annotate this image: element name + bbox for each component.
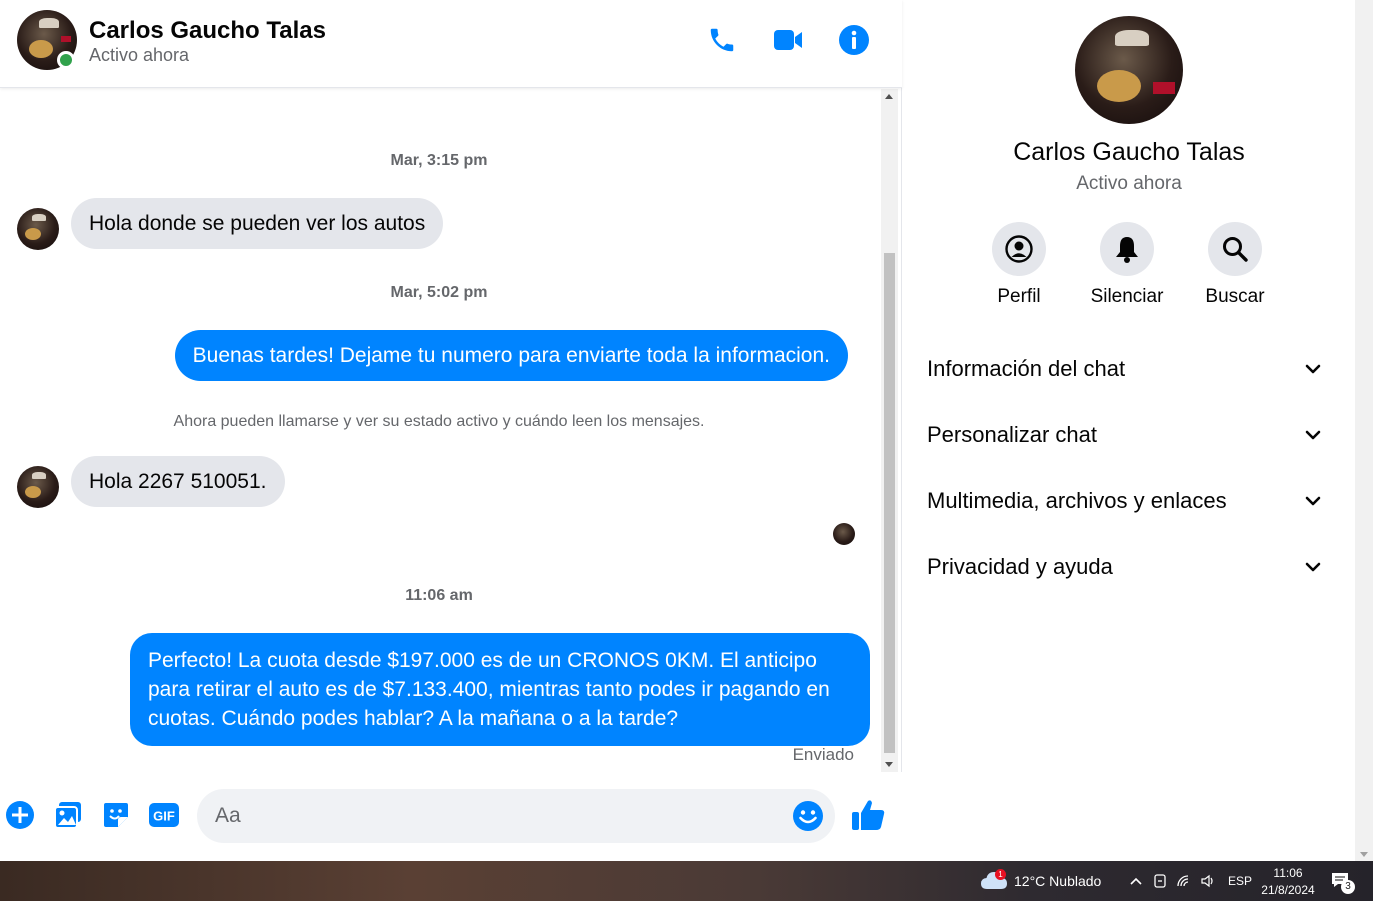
chevron-down-icon	[1305, 430, 1321, 440]
incoming-message[interactable]: Hola donde se pueden ver los autos	[71, 198, 444, 249]
section-label: Privacidad y ayuda	[927, 554, 1113, 579]
window-scrollbar[interactable]	[1355, 0, 1373, 861]
chat-panel: Carlos Gaucho Talas Activo ahora Mar, 3:…	[0, 0, 902, 861]
weather-text[interactable]: 12°C Nublado	[1014, 873, 1101, 889]
seen-indicator-avatar	[833, 523, 855, 545]
outgoing-message[interactable]: Perfecto! La cuota desde $197.000 es de …	[130, 633, 870, 746]
chevron-down-icon	[1305, 496, 1321, 506]
attach-photo-button[interactable]	[52, 799, 84, 831]
chevron-down-icon	[1305, 364, 1321, 374]
mute-action[interactable]: Silenciar	[1077, 222, 1177, 308]
device-icon	[1154, 874, 1166, 888]
gif-button[interactable]: GIF	[148, 799, 180, 831]
timestamp-separator: Mar, 5:02 pm	[390, 284, 488, 301]
chevron-down-icon	[1305, 562, 1321, 572]
profile-action-label: Perfil	[997, 286, 1041, 307]
emoji-button[interactable]	[792, 800, 824, 832]
tray-device-button[interactable]	[1150, 871, 1170, 891]
chevron-up-icon	[1130, 877, 1142, 885]
language-indicator[interactable]: ESP	[1228, 874, 1252, 888]
thumbs-up-icon	[852, 800, 885, 830]
network-button[interactable]	[1174, 871, 1194, 891]
online-indicator	[57, 51, 75, 69]
gif-icon: GIF	[149, 803, 179, 827]
delivery-status: Enviado	[792, 745, 854, 764]
sender-avatar[interactable]	[17, 466, 59, 508]
section-media-files-links[interactable]: Multimedia, archivos y enlaces	[915, 472, 1335, 530]
search-action-label: Buscar	[1205, 286, 1265, 307]
clock[interactable]: 11:06 21/8/2024	[1258, 865, 1318, 899]
sender-avatar[interactable]	[17, 208, 59, 250]
conversation-info-panel: Carlos Gaucho Talas Activo ahora Perfil …	[903, 0, 1355, 861]
info-icon	[839, 25, 869, 55]
speaker-icon	[1201, 874, 1213, 888]
gif-label: GIF	[153, 809, 175, 824]
weather-alert-badge: 1	[995, 869, 1006, 880]
search-action[interactable]: Buscar	[1185, 222, 1285, 308]
video-camera-icon	[774, 30, 802, 50]
outgoing-message[interactable]: Buenas tardes! Dejame tu numero para env…	[174, 330, 848, 381]
voice-call-button[interactable]	[704, 22, 740, 58]
profile-action[interactable]: Perfil	[969, 222, 1069, 308]
profile-icon	[1005, 235, 1033, 263]
message-list: Mar, 3:15 pm Hola donde se pueden ver lo…	[0, 89, 880, 772]
contact-name[interactable]: Carlos Gaucho Talas	[89, 17, 326, 45]
scroll-thumb[interactable]	[884, 253, 895, 753]
conversation-info-button[interactable]	[836, 22, 872, 58]
wifi-icon	[1177, 875, 1189, 887]
window-scroll-down-arrow[interactable]	[1360, 852, 1368, 857]
system-notice: Ahora pueden llamarse y ver su estado ac…	[173, 413, 705, 430]
timestamp-separator: 11:06 am	[405, 587, 473, 604]
info-contact-name: Carlos Gaucho Talas	[1013, 138, 1245, 166]
section-label: Personalizar chat	[927, 422, 1097, 447]
more-actions-button[interactable]	[4, 799, 36, 831]
volume-button[interactable]	[1198, 871, 1218, 891]
sticker-icon	[104, 803, 128, 827]
video-call-button[interactable]	[770, 22, 806, 58]
section-chat-info[interactable]: Información del chat	[915, 340, 1335, 398]
section-customize-chat[interactable]: Personalizar chat	[915, 406, 1335, 464]
profile-photo[interactable]	[1075, 16, 1183, 124]
message-scrollbar[interactable]	[881, 89, 898, 772]
plus-circle-icon	[6, 801, 34, 829]
scroll-down-arrow[interactable]	[885, 762, 893, 767]
gallery-icon	[54, 802, 81, 829]
contact-status: Activo ahora	[89, 45, 190, 65]
sticker-button[interactable]	[100, 799, 132, 831]
section-privacy-help[interactable]: Privacidad y ayuda	[915, 538, 1335, 596]
notification-count-badge: 3	[1341, 880, 1355, 894]
info-contact-status: Activo ahora	[1076, 173, 1182, 194]
timestamp-separator: Mar, 3:15 pm	[390, 152, 488, 169]
scroll-up-arrow[interactable]	[885, 94, 893, 99]
section-label: Información del chat	[927, 356, 1126, 381]
clock-date: 21/8/2024	[1261, 883, 1315, 897]
bell-icon	[1116, 237, 1138, 263]
phone-icon	[710, 28, 734, 52]
search-icon	[1223, 237, 1248, 262]
message-input[interactable]	[197, 789, 835, 843]
section-label: Multimedia, archivos y enlaces	[927, 488, 1227, 513]
windows-taskbar: 1 12°C Nublado ESP 11:06 21/8/2024 3	[0, 861, 1373, 901]
send-like-button[interactable]	[850, 798, 888, 834]
clock-time: 11:06	[1273, 866, 1303, 880]
chat-header: Carlos Gaucho Talas Activo ahora	[0, 0, 902, 88]
show-hidden-icons-button[interactable]	[1126, 871, 1146, 891]
smiley-icon	[793, 801, 823, 831]
composer-bar: GIF	[0, 772, 902, 861]
mute-action-label: Silenciar	[1090, 286, 1164, 307]
incoming-message[interactable]: Hola 2267 510051.	[71, 456, 285, 507]
